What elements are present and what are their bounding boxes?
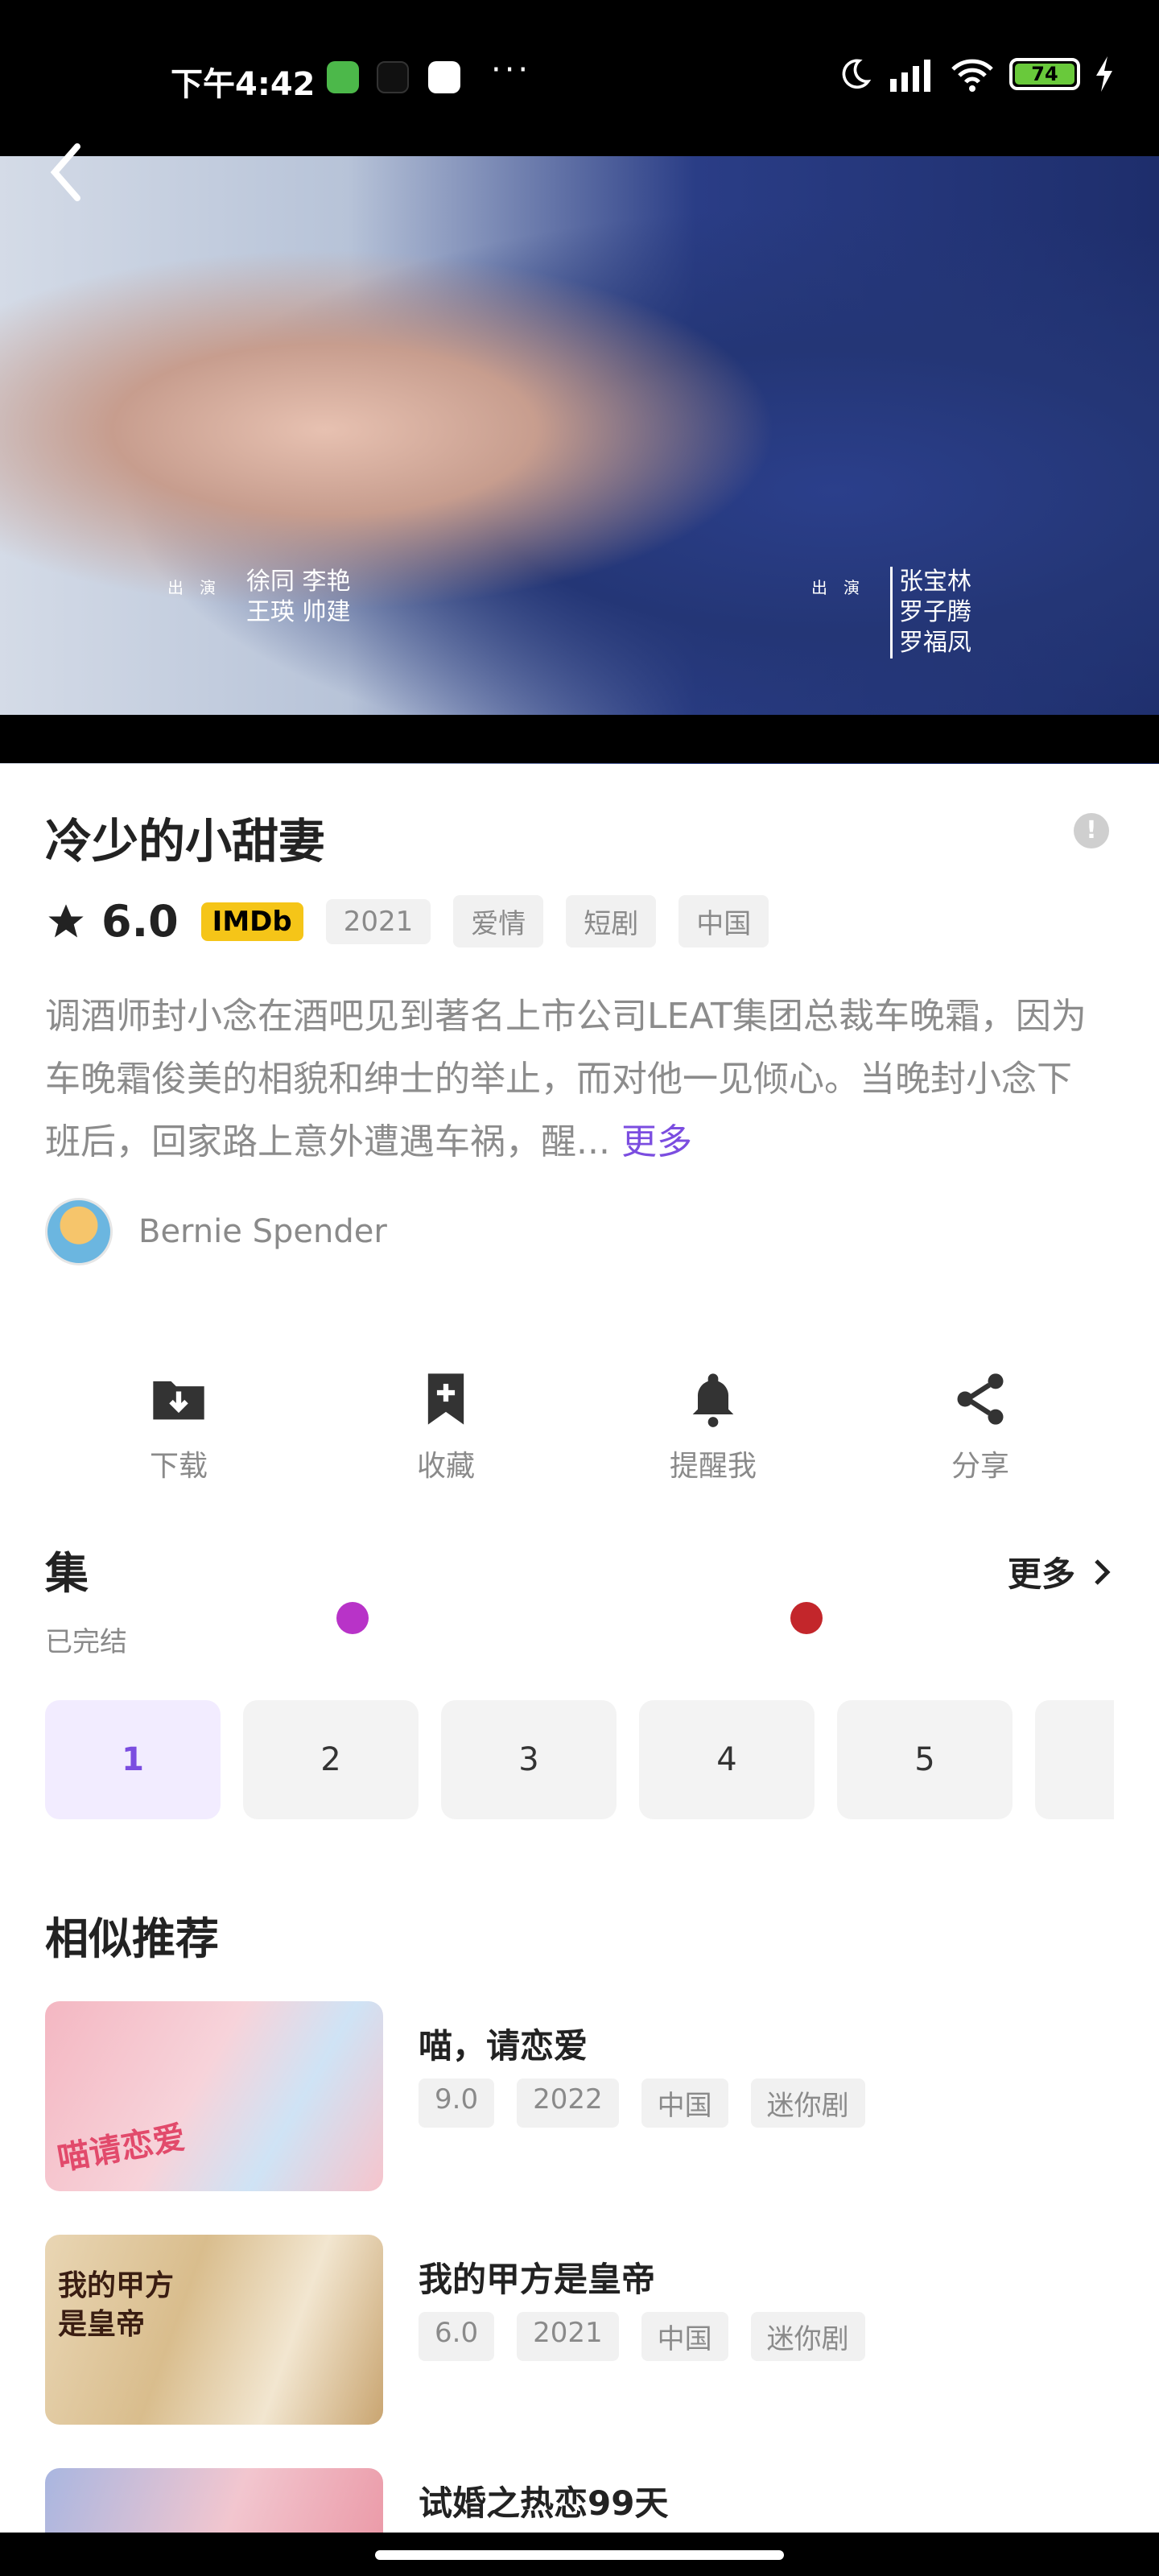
credits-right: 张宝林 罗子腾 罗福凤 bbox=[890, 567, 971, 658]
author[interactable]: Bernie Spender bbox=[45, 1198, 387, 1265]
back-arrow-icon[interactable] bbox=[42, 140, 90, 204]
tag: 6.0 bbox=[419, 2312, 495, 2361]
signal-icon bbox=[890, 60, 930, 92]
description-text: 调酒师封小念在酒吧见到著名上市公司LEAT集团总裁车晚霜，因为车晚霜俊美的相貌和… bbox=[45, 996, 1087, 1162]
recommendation-item[interactable]: 我的甲方是皇帝 我的甲方是皇帝 6.0 2021 中国 迷你剧 bbox=[45, 2235, 1114, 2425]
tag: 迷你剧 bbox=[750, 2079, 865, 2128]
wifi-icon bbox=[951, 59, 993, 92]
episodes-title: 集 bbox=[45, 1548, 89, 1599]
episode-list: 1 2 3 4 5 6 bbox=[45, 1700, 1114, 1819]
recommendation-tags: 9.0 2022 中国 迷你剧 bbox=[419, 2079, 865, 2128]
recommendation-thumbnail: 我的甲方是皇帝 bbox=[45, 2235, 383, 2425]
credits-left-line1: 徐同 李艳 bbox=[246, 568, 351, 596]
episode-item[interactable]: 4 bbox=[639, 1700, 815, 1819]
description-more-link[interactable]: 更多 bbox=[621, 1121, 692, 1162]
bell-icon bbox=[692, 1373, 734, 1427]
favorite-label: 收藏 bbox=[416, 1450, 475, 1483]
credit-label-left: 出演 bbox=[167, 578, 232, 597]
recommendation-name: 喵，请恋爱 bbox=[419, 2026, 588, 2066]
battery-icon: 74 bbox=[1009, 58, 1080, 90]
recommendation-item[interactable]: 喵请恋爱 喵，请恋爱 9.0 2022 中国 迷你剧 bbox=[45, 2001, 1114, 2191]
download-folder-icon bbox=[153, 1381, 204, 1420]
episode-item[interactable]: 6 bbox=[1035, 1700, 1114, 1819]
charging-icon bbox=[1096, 56, 1112, 92]
rating-value: 6.0 bbox=[101, 896, 179, 947]
avatar bbox=[45, 1198, 113, 1265]
more-notifications-icon: ··· bbox=[491, 52, 532, 89]
episode-item[interactable]: 3 bbox=[441, 1700, 617, 1819]
status-bar: 下午4:42 ··· 74 bbox=[0, 0, 1159, 156]
status-indicators: 74 bbox=[837, 56, 1114, 92]
episodes-more-button[interactable]: 更多 bbox=[1008, 1547, 1114, 1596]
tiktok-icon bbox=[377, 61, 409, 93]
home-indicator[interactable] bbox=[375, 2550, 784, 2560]
credits-right-line1: 张宝林 bbox=[899, 568, 971, 596]
credits-right-line3: 罗福凤 bbox=[899, 629, 971, 657]
chevron-right-icon bbox=[1095, 1558, 1111, 1585]
show-title: 冷少的小甜妻 bbox=[45, 814, 326, 869]
description: 调酒师封小念在酒吧见到著名上市公司LEAT集团总裁车晚霜，因为车晚霜俊美的相貌和… bbox=[45, 985, 1091, 1174]
video-letterbox bbox=[0, 715, 1159, 763]
tag: 2021 bbox=[517, 2312, 619, 2361]
tag: 中国 bbox=[641, 2079, 728, 2128]
remind-label: 提醒我 bbox=[669, 1450, 757, 1483]
bookmark-add-icon bbox=[427, 1373, 464, 1425]
recommendation-thumbnail bbox=[45, 2468, 383, 2533]
tag: 中国 bbox=[641, 2312, 728, 2361]
tag-region: 中国 bbox=[678, 895, 769, 947]
tag: 2022 bbox=[517, 2079, 619, 2128]
floating-dot-red bbox=[790, 1602, 823, 1634]
battery-level: 74 bbox=[1015, 64, 1074, 85]
status-time: 下午4:42 bbox=[171, 66, 316, 103]
floating-dot-purple bbox=[336, 1602, 369, 1634]
recommendation-item[interactable]: 试婚之热恋99天 bbox=[45, 2468, 1114, 2533]
share-icon bbox=[957, 1373, 1004, 1425]
favorite-button[interactable]: 收藏 bbox=[357, 1368, 534, 1484]
download-button[interactable]: 下载 bbox=[90, 1368, 267, 1484]
imdb-badge: IMDb bbox=[200, 902, 303, 941]
action-bar: 下载 收藏 提醒我 分享 bbox=[45, 1368, 1114, 1484]
browser-icon bbox=[428, 61, 460, 93]
recommendation-thumbnail: 喵请恋爱 bbox=[45, 2001, 383, 2191]
author-name: Bernie Spender bbox=[138, 1213, 387, 1250]
recommendation-name: 我的甲方是皇帝 bbox=[419, 2260, 656, 2299]
star-icon bbox=[48, 903, 84, 937]
thumbnail-caption: 喵请恋爱 bbox=[54, 2119, 188, 2178]
tag-year: 2021 bbox=[325, 898, 431, 944]
episode-item[interactable]: 2 bbox=[243, 1700, 419, 1819]
recommendations-title: 相似推荐 bbox=[45, 1913, 219, 1964]
tag: 9.0 bbox=[419, 2079, 495, 2128]
remind-button[interactable]: 提醒我 bbox=[625, 1368, 802, 1484]
share-label: 分享 bbox=[951, 1450, 1009, 1483]
recommendation-name: 试婚之热恋99天 bbox=[419, 2483, 669, 2523]
thumbnail-caption: 我的甲方是皇帝 bbox=[58, 2269, 175, 2341]
info-icon[interactable]: ! bbox=[1074, 813, 1109, 848]
download-label: 下载 bbox=[149, 1450, 208, 1483]
tag-type: 短剧 bbox=[566, 895, 657, 947]
moon-icon bbox=[842, 59, 872, 89]
credits-right-line2: 罗子腾 bbox=[899, 598, 971, 626]
episode-item[interactable]: 1 bbox=[45, 1700, 221, 1819]
episodes-more-label: 更多 bbox=[1007, 1554, 1075, 1594]
rating: 6.0 bbox=[45, 896, 179, 947]
recommendation-tags: 6.0 2021 中国 迷你剧 bbox=[419, 2312, 865, 2361]
video-player[interactable] bbox=[0, 156, 1159, 764]
tag: 迷你剧 bbox=[750, 2312, 865, 2361]
credit-label-right: 出演 bbox=[811, 578, 876, 597]
episodes-status: 已完结 bbox=[45, 1626, 127, 1658]
tag-genre: 爱情 bbox=[453, 895, 544, 947]
meta-row: 6.0 IMDb 2021 爱情 短剧 中国 bbox=[45, 895, 769, 947]
wechat-icon bbox=[327, 61, 359, 93]
share-button[interactable]: 分享 bbox=[892, 1368, 1069, 1484]
credits-left: 徐同 李艳 王瑛 帅建 bbox=[246, 567, 351, 628]
episode-item[interactable]: 5 bbox=[837, 1700, 1013, 1819]
credits-left-line2: 王瑛 帅建 bbox=[246, 598, 351, 626]
